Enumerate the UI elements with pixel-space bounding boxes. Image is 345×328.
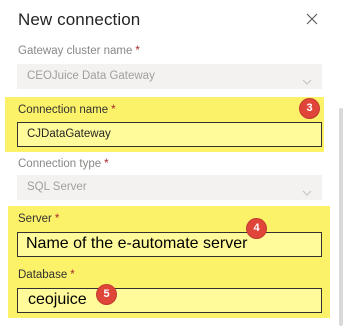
- server-input[interactable]: Name of the e-automate server: [17, 232, 322, 257]
- database-label: Database *: [18, 269, 75, 281]
- required-marker: *: [111, 104, 116, 116]
- connection-name-input[interactable]: CJDataGateway: [17, 122, 322, 147]
- database-label-text: Database: [18, 269, 68, 281]
- required-marker: *: [135, 45, 140, 57]
- chevron-down-icon: [302, 73, 312, 85]
- step-badge-3: 3: [300, 99, 319, 118]
- required-marker: *: [104, 158, 109, 170]
- step-badge-5: 5: [97, 285, 116, 304]
- new-connection-panel: New connection Gateway cluster name * CEO…: [0, 0, 345, 328]
- close-icon[interactable]: [305, 12, 319, 26]
- connection-name-label-text: Connection name: [18, 104, 109, 116]
- connection-type-value: SQL Server: [27, 181, 87, 193]
- required-marker: *: [54, 213, 60, 225]
- server-label-text: Server: [18, 213, 52, 225]
- gateway-cluster-select[interactable]: CEOJuice Data Gateway: [17, 64, 322, 89]
- connection-type-label: Connection type *: [18, 158, 109, 170]
- connection-name-label: Connection name *: [18, 104, 116, 116]
- gateway-cluster-value: CEOJuice Data Gateway: [27, 70, 155, 82]
- server-label: Server *: [18, 213, 59, 225]
- database-input[interactable]: ceojuice: [17, 288, 322, 313]
- scrollbar[interactable]: [339, 108, 343, 326]
- server-value: Name of the e-automate server: [26, 235, 248, 252]
- connection-name-value: CJDataGateway: [27, 128, 111, 140]
- gateway-cluster-label-text: Gateway cluster name: [18, 45, 133, 57]
- database-value: ceojuice: [28, 291, 87, 308]
- panel-title: New connection: [18, 10, 141, 29]
- connection-type-select[interactable]: SQL Server: [17, 175, 322, 200]
- required-marker: *: [70, 269, 75, 281]
- gateway-cluster-label: Gateway cluster name *: [18, 45, 140, 57]
- step-badge-4: 4: [247, 219, 266, 238]
- connection-type-label-text: Connection type: [18, 158, 102, 170]
- chevron-down-icon: [302, 184, 312, 196]
